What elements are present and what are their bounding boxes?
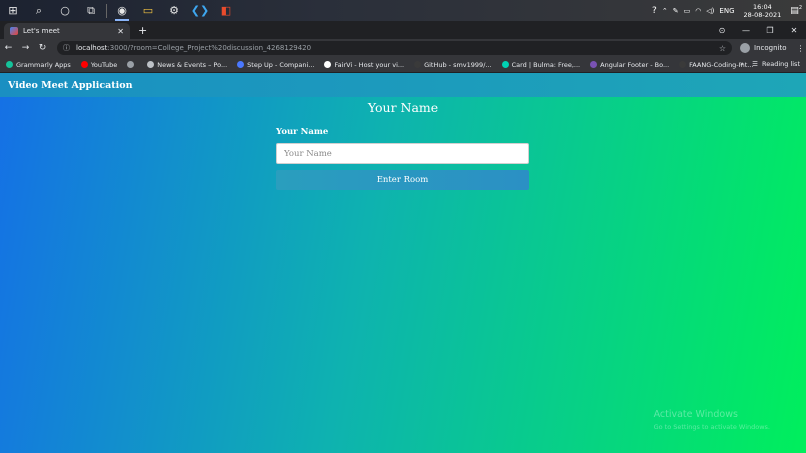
close-tab-icon[interactable]: ✕ bbox=[117, 27, 124, 36]
enter-room-button[interactable]: Enter Room bbox=[276, 170, 529, 190]
address-bar[interactable]: ⓘ localhost:3000/?room=College_Project%2… bbox=[57, 41, 732, 55]
volume-icon[interactable]: ◁) bbox=[706, 7, 714, 15]
notification-count: 2 bbox=[798, 5, 802, 11]
bookmark-favicon-icon bbox=[6, 61, 13, 68]
chevron-up-icon[interactable]: ⌃ bbox=[662, 7, 668, 15]
bookmark-label: Card | Bulma: Free,... bbox=[511, 60, 581, 69]
chrome-icon[interactable]: ◉ bbox=[109, 0, 135, 21]
bookmark-label: Grammarly Apps bbox=[16, 60, 71, 69]
window-controls: ⊙ — ❐ ✕ bbox=[710, 21, 806, 39]
reload-icon[interactable]: ↻ bbox=[34, 43, 51, 53]
incognito-profile[interactable]: Incognito bbox=[740, 43, 786, 53]
help-icon[interactable]: ? bbox=[652, 6, 657, 16]
app-header: Video Meet Application bbox=[0, 73, 806, 97]
menu-kebab-icon[interactable]: ⋮ bbox=[796, 44, 804, 53]
bookmarks-overflow-icon[interactable]: » bbox=[740, 60, 744, 68]
tab-favicon bbox=[10, 27, 18, 35]
forward-icon[interactable]: → bbox=[17, 43, 34, 53]
bookmark-label: Step Up - Compani... bbox=[247, 60, 315, 69]
browser-toolbar: ← → ↻ ⓘ localhost:3000/?room=College_Pro… bbox=[0, 39, 806, 57]
site-info-icon[interactable]: ⓘ bbox=[63, 43, 70, 53]
bookmark-label: GitHub - smv1999/... bbox=[424, 60, 492, 69]
bookmark-item[interactable]: GitHub - smv1999/... bbox=[414, 61, 492, 69]
office-icon[interactable]: ◧ bbox=[213, 0, 239, 21]
battery-icon[interactable]: ▭ bbox=[684, 7, 691, 15]
file-explorer-icon[interactable]: ▭ bbox=[135, 0, 161, 21]
bookmark-favicon-icon bbox=[127, 61, 135, 68]
bookmark-favicon-icon bbox=[80, 61, 88, 68]
close-window-icon[interactable]: ✕ bbox=[782, 26, 806, 35]
minimize-icon[interactable]: — bbox=[734, 26, 758, 35]
bookmark-item[interactable]: Card | Bulma: Free,... bbox=[501, 60, 581, 69]
incognito-icon bbox=[740, 43, 750, 53]
bookmark-label: Angular Footer - Bo... bbox=[600, 60, 670, 69]
bookmark-favicon-icon bbox=[414, 61, 422, 68]
language-indicator[interactable]: ENG bbox=[719, 7, 734, 15]
page-viewport: Video Meet Application Your Name Your Na… bbox=[0, 73, 806, 453]
clock-date: 28-08-2021 bbox=[743, 10, 782, 19]
reading-list-button[interactable]: ☰ Reading list bbox=[752, 60, 800, 68]
cortana-icon[interactable]: ○ bbox=[52, 0, 78, 21]
bookmark-item[interactable]: YouTube bbox=[80, 60, 118, 69]
search-icon[interactable]: ⌕ bbox=[26, 0, 52, 21]
bookmark-item[interactable]: FairVi - Host your vi... bbox=[324, 61, 404, 69]
windows-start-icon[interactable]: ⊞ bbox=[0, 0, 26, 21]
bookmark-favicon-icon bbox=[324, 61, 332, 68]
clock-time: 16:04 bbox=[753, 2, 772, 11]
bookmark-favicon-icon bbox=[147, 61, 155, 68]
url-path: :3000/?room=College_Project%20discussion… bbox=[107, 44, 312, 52]
tab-search-icon[interactable]: ⊙ bbox=[710, 26, 734, 35]
clock[interactable]: 16:04 28-08-2021 bbox=[744, 3, 782, 19]
bookmarks-bar: Grammarly Apps YouTube News & Events – Po.… bbox=[0, 57, 806, 73]
browser-tab[interactable]: Let's meet ✕ bbox=[4, 23, 130, 39]
tab-title: Let's meet bbox=[23, 27, 60, 35]
watermark-subtitle: Go to Settings to activate Windows. bbox=[653, 423, 770, 431]
bookmark-label: YouTube bbox=[90, 60, 118, 69]
vscode-icon[interactable]: ❮❯ bbox=[187, 0, 213, 21]
taskbar-divider bbox=[106, 3, 107, 18]
url-host: localhost bbox=[76, 44, 108, 52]
new-tab-icon[interactable]: + bbox=[138, 24, 147, 37]
task-view-icon[interactable]: ⧉ bbox=[78, 0, 104, 21]
notification-icon[interactable]: ▤2 bbox=[790, 5, 802, 16]
bookmark-item[interactable]: News & Events – Po... bbox=[147, 61, 227, 69]
bookmark-favicon-icon bbox=[501, 61, 509, 68]
bookmark-item[interactable]: Grammarly Apps bbox=[6, 61, 71, 69]
bookmark-label: News & Events – Po... bbox=[157, 60, 228, 69]
back-icon[interactable]: ← bbox=[0, 43, 17, 53]
bookmark-favicon-icon bbox=[237, 61, 245, 68]
bookmark-item[interactable]: Step Up - Compani... bbox=[237, 61, 314, 69]
watermark-title: Activate Windows bbox=[653, 409, 738, 420]
profile-label: Incognito bbox=[754, 44, 787, 52]
bookmark-label: FairVi - Host your vi... bbox=[334, 60, 405, 69]
pen-icon[interactable]: ✎ bbox=[673, 7, 679, 15]
activate-windows-watermark: Activate Windows Go to Settings to activ… bbox=[654, 409, 770, 433]
bookmark-item[interactable] bbox=[127, 61, 137, 68]
page-title: Your Name bbox=[367, 100, 439, 115]
reading-list-label: Reading list bbox=[762, 60, 800, 68]
browser-tab-strip: Let's meet ✕ + ⊙ — ❐ ✕ bbox=[0, 21, 806, 39]
bookmark-star-icon[interactable]: ☆ bbox=[719, 44, 726, 53]
windows-taskbar: ⊞ ⌕ ○ ⧉ ◉ ▭ ⚙ ❮❯ ◧ ? ⌃ ✎ ▭ ◠ ◁) ENG 16:0… bbox=[0, 0, 806, 21]
system-tray: ? ⌃ ✎ ▭ ◠ ◁) ENG 16:04 28-08-2021 ▤2 bbox=[652, 0, 806, 21]
reading-list-icon: ☰ bbox=[752, 60, 758, 68]
app-header-title: Video Meet Application bbox=[8, 79, 133, 91]
bookmark-favicon-icon bbox=[590, 61, 598, 68]
settings-icon[interactable]: ⚙ bbox=[161, 0, 187, 21]
bookmark-item[interactable]: Angular Footer - Bo... bbox=[590, 61, 669, 69]
name-field-label: Your Name bbox=[276, 127, 329, 137]
restore-icon[interactable]: ❐ bbox=[758, 26, 782, 35]
bookmark-favicon-icon bbox=[679, 61, 687, 68]
wifi-icon[interactable]: ◠ bbox=[695, 7, 701, 15]
name-input[interactable] bbox=[276, 143, 529, 164]
